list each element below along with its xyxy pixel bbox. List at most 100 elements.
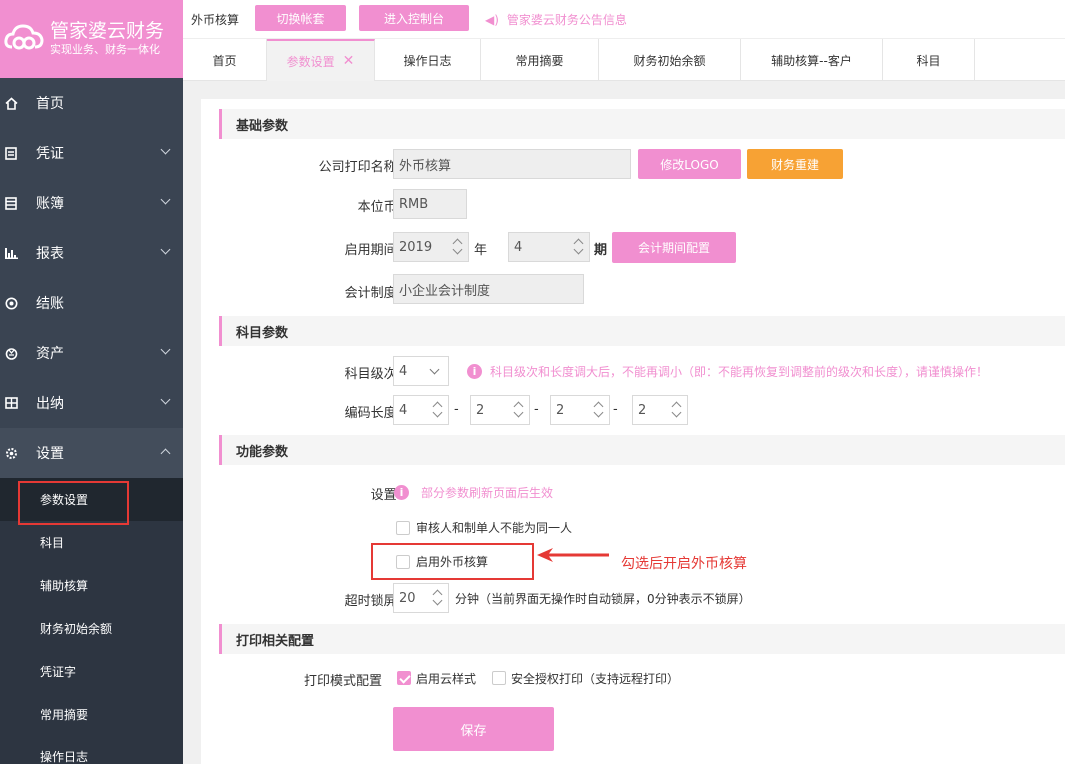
app-slogan: 实现业务、财务一体化 bbox=[50, 43, 160, 56]
level-warning: i 科目级次和长度调大后，不能再调小（即：不能再恢复到调整前的级次和长度），请谨… bbox=[467, 363, 988, 380]
info-icon: i bbox=[394, 485, 409, 500]
app-title: 管家婆云财务 bbox=[50, 20, 165, 42]
sidebar-sub-log[interactable]: 操作日志 bbox=[0, 736, 183, 764]
foreign-currency-label: 启用外币核算 bbox=[416, 555, 489, 569]
system-input[interactable]: 小企业会计制度 bbox=[393, 274, 584, 304]
switch-account-button[interactable]: 切换帐套 bbox=[255, 5, 346, 31]
period-config-button[interactable]: 会计期间配置 bbox=[612, 232, 736, 263]
sidebar-item-label: 凭证 bbox=[36, 146, 64, 162]
chevron-down-icon bbox=[160, 394, 171, 405]
level-select[interactable]: 4 bbox=[393, 356, 449, 386]
lock-stepper[interactable]: 20 bbox=[393, 583, 449, 613]
secure-print-label: 安全授权打印（支持远程打印） bbox=[511, 672, 680, 686]
sidebar-sub-init-balance[interactable]: 财务初始余额 bbox=[0, 607, 183, 650]
sidebar-sub-voucher-word[interactable]: 凭证字 bbox=[0, 650, 183, 693]
announcement-link[interactable]: ◀) 管家婆云财务公告信息 bbox=[485, 11, 627, 28]
company-label: 公司打印名称: bbox=[318, 160, 401, 175]
home-icon bbox=[4, 96, 18, 110]
stepper-arrows-icon[interactable] bbox=[671, 400, 683, 420]
cloud-style-checkbox[interactable] bbox=[397, 671, 411, 685]
code-length-value: 2 bbox=[556, 402, 565, 418]
sidebar-sub-label: 辅助核算 bbox=[40, 579, 89, 593]
content-area: 基础参数 公司打印名称: 外币核算 修改LOGO 财务重建 本位币: RMB 启… bbox=[183, 81, 1065, 764]
tab-log[interactable]: 操作日志 bbox=[375, 39, 481, 81]
code-length-stepper-4[interactable]: 2 bbox=[632, 395, 688, 425]
level-label: 科目级次: bbox=[344, 367, 401, 382]
tab-label: 首页 bbox=[212, 53, 237, 68]
print-mode-label: 打印模式配置 bbox=[304, 674, 383, 689]
current-account: 外币核算 bbox=[191, 13, 240, 27]
sidebar-item-label: 账簿 bbox=[36, 196, 64, 212]
tab-home[interactable]: 首页 bbox=[183, 39, 267, 81]
same-person-checkbox[interactable] bbox=[396, 521, 410, 535]
cashier-icon bbox=[4, 396, 18, 410]
tab-summary[interactable]: 常用摘要 bbox=[481, 39, 599, 81]
console-button[interactable]: 进入控制台 bbox=[359, 5, 469, 31]
app-logo[interactable]: 管家婆云财务 实现业务、财务一体化 bbox=[0, 0, 183, 78]
sidebar-item-ledger[interactable]: 账簿 bbox=[0, 178, 183, 228]
sidebar-item-asset[interactable]: 资产 bbox=[0, 328, 183, 378]
period-stepper[interactable]: 4 bbox=[508, 232, 590, 262]
sidebar-sub-label: 科目 bbox=[40, 536, 65, 550]
chevron-down-icon bbox=[160, 144, 171, 155]
sidebar-item-label: 首页 bbox=[36, 96, 64, 112]
stepper-arrows-icon[interactable] bbox=[593, 400, 605, 420]
same-person-label: 审核人和制单人不能为同一人 bbox=[416, 521, 573, 535]
rebuild-button[interactable]: 财务重建 bbox=[747, 149, 843, 179]
tab-bar: 首页 参数设置 ✕ 操作日志 常用摘要 财务初始余额 辅助核算--客户 科目 bbox=[183, 38, 1065, 81]
sidebar-item-label: 资产 bbox=[36, 346, 64, 362]
report-icon bbox=[4, 246, 18, 260]
sidebar-item-close-account[interactable]: 结账 bbox=[0, 278, 183, 328]
sidebar-item-label: 报表 bbox=[36, 246, 64, 262]
sidebar-item-home[interactable]: 首页 bbox=[0, 78, 183, 128]
settings-panel: 基础参数 公司打印名称: 外币核算 修改LOGO 财务重建 本位币: RMB 启… bbox=[201, 99, 1065, 764]
stepper-arrows-icon[interactable] bbox=[513, 400, 525, 420]
sidebar-sub-aux[interactable]: 辅助核算 bbox=[0, 564, 183, 607]
code-length-value: 4 bbox=[399, 402, 408, 418]
tab-params[interactable]: 参数设置 ✕ bbox=[267, 39, 375, 81]
setting-label: 设置: bbox=[370, 488, 401, 503]
year-stepper[interactable]: 2019 bbox=[393, 232, 469, 262]
save-button[interactable]: 保存 bbox=[393, 707, 554, 751]
currency-input[interactable]: RMB bbox=[393, 189, 467, 219]
lock-label: 超时锁屏: bbox=[344, 594, 401, 609]
secure-print-checkbox[interactable] bbox=[492, 671, 506, 685]
stepper-arrows-icon[interactable] bbox=[432, 588, 444, 608]
section-basic: 基础参数 bbox=[219, 109, 1065, 139]
sidebar-sub-label: 操作日志 bbox=[40, 750, 89, 764]
year-value: 2019 bbox=[399, 239, 433, 255]
section-print: 打印相关配置 bbox=[219, 624, 1065, 654]
code-length-stepper-2[interactable]: 2 bbox=[470, 395, 530, 425]
stepper-arrows-icon[interactable] bbox=[432, 400, 444, 420]
change-logo-button[interactable]: 修改LOGO bbox=[638, 149, 741, 179]
foreign-currency-checkbox[interactable] bbox=[396, 555, 410, 569]
tab-init-balance[interactable]: 财务初始余额 bbox=[599, 39, 741, 81]
company-name-input[interactable]: 外币核算 bbox=[393, 149, 631, 179]
sidebar-item-settings[interactable]: 设置 bbox=[0, 428, 183, 478]
code-sep: - bbox=[613, 402, 618, 417]
sidebar-sub-label: 凭证字 bbox=[40, 665, 77, 679]
speaker-icon: ◀) bbox=[485, 12, 499, 27]
tab-subject[interactable]: 科目 bbox=[883, 39, 975, 81]
refresh-note: i 部分参数刷新页面后生效 bbox=[394, 484, 553, 501]
refresh-note-text: 部分参数刷新页面后生效 bbox=[421, 486, 554, 500]
info-icon: i bbox=[467, 364, 482, 379]
cloud-style-label: 启用云样式 bbox=[416, 672, 477, 686]
sidebar-item-cashier[interactable]: 出纳 bbox=[0, 378, 183, 428]
code-length-stepper-3[interactable]: 2 bbox=[550, 395, 610, 425]
year-unit: 年 bbox=[474, 243, 488, 258]
sidebar-sub-label: 常用摘要 bbox=[40, 708, 89, 722]
tab-aux-customer[interactable]: 辅助核算--客户 bbox=[741, 39, 883, 81]
sidebar-sub-summary[interactable]: 常用摘要 bbox=[0, 693, 183, 736]
chevron-down-icon bbox=[160, 344, 171, 355]
sidebar-item-voucher[interactable]: 凭证 bbox=[0, 128, 183, 178]
sidebar-item-report[interactable]: 报表 bbox=[0, 228, 183, 278]
stepper-arrows-icon[interactable] bbox=[452, 237, 464, 257]
stepper-arrows-icon[interactable] bbox=[573, 237, 585, 257]
close-icon[interactable]: ✕ bbox=[343, 53, 355, 69]
chevron-up-icon bbox=[160, 448, 171, 459]
code-length-stepper-1[interactable]: 4 bbox=[393, 395, 449, 425]
highlight-box bbox=[18, 481, 129, 525]
sidebar-sub-subject[interactable]: 科目 bbox=[0, 521, 183, 564]
chevron-down-icon bbox=[160, 244, 171, 255]
